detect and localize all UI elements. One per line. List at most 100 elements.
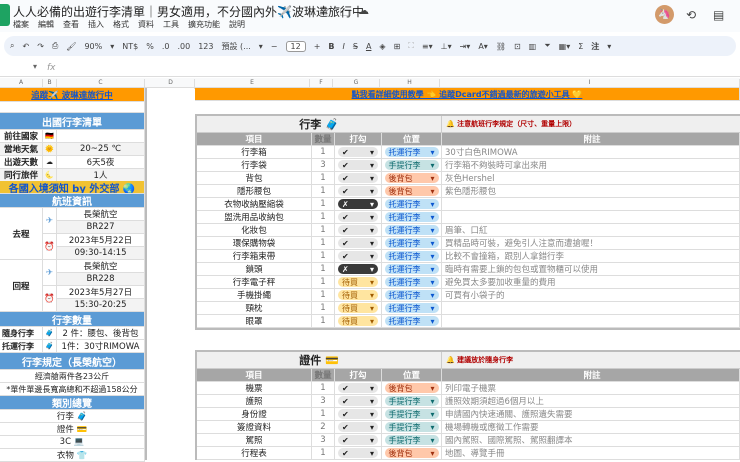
font-size-increase[interactable]: + (314, 42, 321, 51)
fill-color-icon[interactable]: ◈ (379, 42, 385, 51)
print-icon[interactable]: ⎙ (52, 41, 58, 51)
check-status-dropdown[interactable]: ✔ ▾ (338, 396, 378, 406)
functions-icon[interactable]: Σ (578, 42, 583, 51)
item-name[interactable]: 衣物收納壓縮袋 (197, 198, 312, 210)
item-name[interactable]: 簽證資料 (197, 421, 312, 433)
item-name[interactable]: 行李箱束帶 (197, 250, 312, 262)
place-dropdown[interactable]: 托運行李 ▾ (384, 316, 439, 326)
item-name[interactable]: 機票 (197, 382, 312, 394)
item-note[interactable]: 灰色Hershel (442, 172, 740, 184)
place-dropdown[interactable]: 手提行李 ▾ (384, 435, 439, 445)
place-dropdown[interactable]: 托運行李 ▾ (384, 238, 439, 248)
check-status-dropdown[interactable]: ✔ ▾ (338, 238, 378, 248)
item-quantity[interactable]: 1 (312, 237, 335, 249)
menu-item[interactable]: 資料 (138, 19, 154, 30)
move-folder-icon[interactable]: 🗀 (340, 4, 351, 23)
menu-item[interactable]: 擴充功能 (188, 19, 220, 30)
entry-requirements-link[interactable]: 各國入境須知 by 外交部 🌏 (0, 181, 145, 194)
check-status-dropdown[interactable]: ✔ ▾ (338, 383, 378, 393)
check-status-dropdown[interactable]: ✔ ▾ (338, 422, 378, 432)
insert-chart-icon[interactable]: ▥ (529, 42, 537, 51)
item-quantity[interactable]: 1 (312, 276, 335, 288)
flight-time[interactable]: 09:30-14:15 (57, 247, 145, 260)
insert-comment-icon[interactable]: ⊡ (514, 42, 521, 51)
font-size-decrease[interactable]: − (271, 42, 278, 51)
menu-item[interactable]: 編輯 (38, 19, 54, 30)
formula-input[interactable] (62, 61, 732, 75)
check-status-dropdown[interactable]: 待買 ▾ (338, 290, 378, 300)
undo-icon[interactable]: ↶ (22, 42, 29, 51)
frozen-divider[interactable] (145, 88, 147, 460)
follow-link[interactable]: 追蹤✈️ 波琳達旅行中 (0, 88, 145, 102)
place-dropdown[interactable]: 托運行李 ▾ (384, 251, 439, 261)
item-note[interactable]: 避免買太多要加收重量的費用 (442, 276, 740, 288)
bold-button[interactable]: B (328, 42, 334, 51)
place-dropdown[interactable]: 托運行李 ▾ (384, 303, 439, 313)
check-status-dropdown[interactable]: ✔ ▾ (338, 186, 378, 196)
item-name[interactable]: 駕照 (197, 434, 312, 446)
item-name[interactable]: 護照 (197, 395, 312, 407)
luggage-count-value[interactable]: 2 件：腰包、後背包 (57, 327, 145, 340)
info-value[interactable]: 20~25 ℃ (57, 143, 145, 156)
text-color-icon[interactable]: A (366, 42, 371, 51)
place-dropdown[interactable]: 手提行李 ▾ (384, 396, 439, 406)
item-note[interactable] (442, 315, 740, 327)
italic-button[interactable]: I (343, 42, 345, 51)
item-note[interactable]: 買精品時可裝，避免引人注意而遭搶喔！ (442, 237, 740, 249)
chevron-down-icon[interactable]: ▾ (607, 42, 611, 51)
luggage-count-value[interactable]: 1件：30寸RIMOWA (57, 340, 145, 353)
item-note[interactable]: 申請國內快速通關、護照遺失需要 (442, 408, 740, 420)
place-dropdown[interactable]: 托運行李 ▾ (384, 199, 439, 209)
column-header[interactable]: D (147, 79, 195, 89)
check-status-dropdown[interactable]: 待買 ▾ (338, 303, 378, 313)
item-quantity[interactable]: 1 (312, 198, 335, 210)
sheets-logo-icon[interactable] (0, 4, 10, 26)
item-note[interactable]: 臨時有需要上鎖的包包或置物櫃可以使用 (442, 263, 740, 275)
menu-item[interactable]: 工具 (163, 19, 179, 30)
flight-time[interactable]: 15:30-20:25 (57, 299, 145, 312)
item-quantity[interactable]: 1 (312, 302, 335, 314)
item-quantity[interactable]: 1 (312, 211, 335, 223)
text-wrap-icon[interactable]: ⇥▾ (460, 42, 471, 51)
place-dropdown[interactable]: 手提行李 ▾ (384, 409, 439, 419)
item-note[interactable]: 比較不會撞箱，跟別人拿錯行李 (442, 250, 740, 262)
item-quantity[interactable]: 1 (312, 263, 335, 275)
text-rotate-icon[interactable]: A▾ (478, 42, 488, 51)
check-status-dropdown[interactable]: 待買 ▾ (338, 277, 378, 287)
version-history-icon[interactable]: ⟲ (686, 8, 696, 22)
item-note[interactable]: 行李箱不夠裝時可拿出來用 (442, 159, 740, 171)
comments-icon[interactable]: ▤ (713, 8, 724, 22)
merge-cells-icon[interactable]: ⛶ (408, 41, 414, 51)
font-select[interactable]: 預設 (... (221, 41, 250, 52)
item-quantity[interactable]: 1 (312, 408, 335, 420)
input-tools-button[interactable]: 注 (591, 41, 599, 52)
category-link[interactable]: 行李 🧳 (0, 410, 145, 423)
item-name[interactable]: 行李箱 (197, 146, 312, 158)
item-name[interactable]: 行程表 (197, 447, 312, 459)
item-note[interactable]: 國內駕照、國際駕照、駕照翻譯本 (442, 434, 740, 446)
check-status-dropdown[interactable]: ✔ ▾ (338, 160, 378, 170)
item-name[interactable]: 手機掛繩 (197, 289, 312, 301)
flight-date[interactable]: 2023年5月27日 (57, 286, 145, 299)
category-link[interactable]: 3C 💻 (0, 436, 145, 449)
check-status-dropdown[interactable]: 待買 ▾ (338, 316, 378, 326)
empty-cell[interactable] (0, 102, 145, 113)
category-link[interactable]: 衣物 👕 (0, 449, 145, 462)
cloud-status-icon[interactable]: ☁ (358, 4, 369, 17)
vertical-align-icon[interactable]: ⊥▾ (441, 42, 452, 51)
chevron-down-icon[interactable]: ▾ (110, 42, 114, 51)
place-dropdown[interactable]: 後背包 ▾ (384, 448, 439, 458)
link-icon[interactable]: ⛓ (496, 42, 506, 51)
increase-decimal-button[interactable]: .00 (177, 42, 190, 51)
borders-icon[interactable]: ⊞ (394, 42, 401, 51)
flight-airline[interactable]: 長榮航空 (57, 260, 145, 273)
menu-item[interactable]: 插入 (88, 19, 104, 30)
chevron-down-icon[interactable]: ▾ (33, 62, 37, 71)
item-name[interactable]: 隱形腰包 (197, 185, 312, 197)
menu-item[interactable]: 說明 (229, 19, 245, 30)
item-note[interactable]: 機場轉機或應徵工作需要 (442, 421, 740, 433)
item-note[interactable]: 眉筆、口紅 (442, 224, 740, 236)
info-value[interactable]: 6天5夜 (57, 156, 145, 169)
item-quantity[interactable]: 2 (312, 421, 335, 433)
item-quantity[interactable]: 1 (312, 250, 335, 262)
